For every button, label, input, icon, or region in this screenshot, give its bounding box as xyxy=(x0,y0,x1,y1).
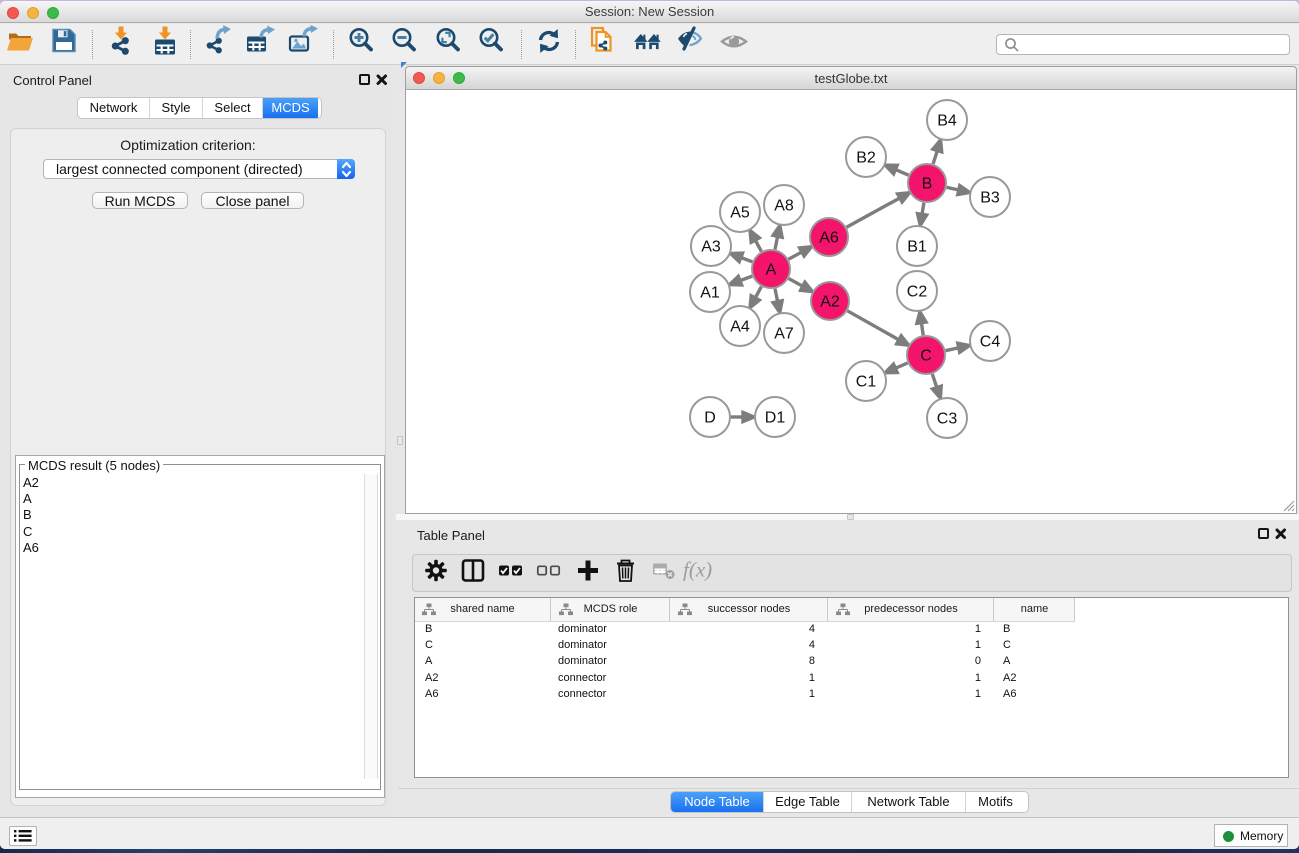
svg-text:B2: B2 xyxy=(856,150,876,167)
svg-text:A: A xyxy=(766,262,777,279)
svg-text:A5: A5 xyxy=(730,205,750,222)
svg-text:A7: A7 xyxy=(774,326,794,343)
svg-text:B1: B1 xyxy=(907,239,927,256)
svg-text:A1: A1 xyxy=(700,285,720,302)
svg-text:f(x): f(x) xyxy=(683,558,712,582)
svg-text:A2: A2 xyxy=(820,294,840,311)
svg-text:A6: A6 xyxy=(819,230,839,247)
svg-text:D1: D1 xyxy=(765,410,786,427)
svg-text:B: B xyxy=(922,176,933,193)
svg-text:B4: B4 xyxy=(937,113,957,130)
svg-text:D: D xyxy=(704,410,716,427)
svg-text:C1: C1 xyxy=(856,374,877,391)
svg-text:C: C xyxy=(920,348,932,365)
svg-text:B3: B3 xyxy=(980,190,1000,207)
svg-text:C3: C3 xyxy=(937,411,958,428)
svg-text:C4: C4 xyxy=(980,334,1001,351)
svg-text:A8: A8 xyxy=(774,198,794,215)
svg-text:A4: A4 xyxy=(730,319,750,336)
svg-text:C2: C2 xyxy=(907,284,928,301)
svg-text:A3: A3 xyxy=(701,239,721,256)
